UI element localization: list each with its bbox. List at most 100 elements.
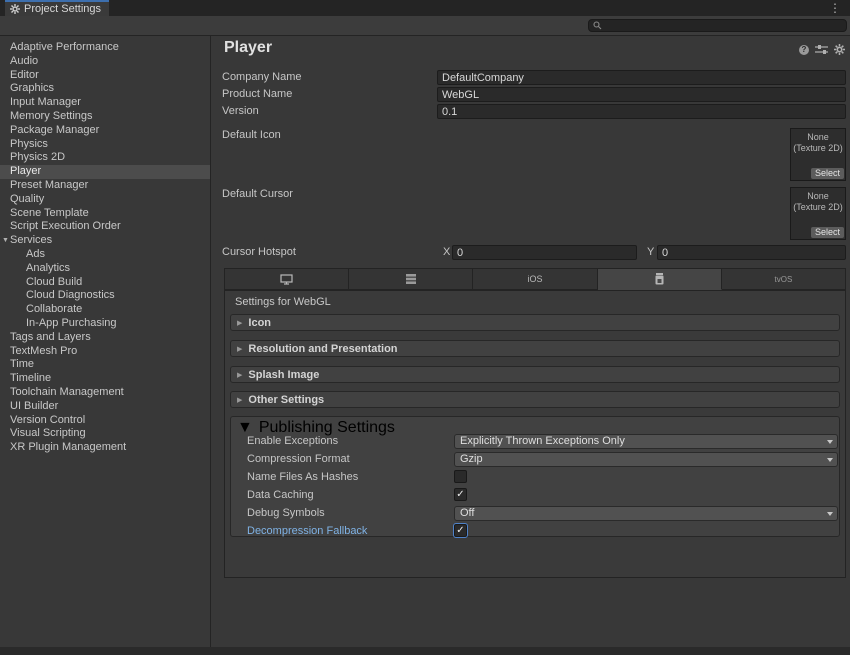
sidebar-item-quality[interactable]: Quality [0,193,210,207]
sidebar-item-xr-plugin-management[interactable]: XR Plugin Management [0,441,210,455]
compression-format-dropdown[interactable]: Gzip [454,452,838,467]
sidebar-item-timeline[interactable]: Timeline [0,372,210,386]
chevron-down-icon: ▼ [2,234,9,248]
sidebar-item-input-manager[interactable]: Input Manager [0,96,210,110]
texture-none-text: None (Texture 2D) [791,191,845,213]
platform-tab-bar: iOS tvOS [224,268,846,290]
company-name-field[interactable] [437,70,846,85]
window-menu-icon[interactable]: ⋮ [829,1,841,15]
dropdown-value: Explicitly Thrown Exceptions Only [460,435,625,447]
sidebar-item-visual-scripting[interactable]: Visual Scripting [0,427,210,441]
chevron-right-icon: ▶ [237,345,242,353]
default-icon-label: Default Icon [222,128,281,143]
project-settings-window: Project Settings ⋮ Adaptive Performance … [0,0,850,655]
version-label: Version [222,104,259,119]
foldout-resolution-and-presentation[interactable]: ▶ Resolution and Presentation [230,340,840,357]
hotspot-x-label: X [443,245,450,260]
title-bar: Project Settings ⋮ [0,0,850,16]
enable-exceptions-dropdown[interactable]: Explicitly Thrown Exceptions Only [454,434,838,449]
window-tab-title: Project Settings [24,3,101,15]
cursor-hotspot-label: Cursor Hotspot [222,245,296,260]
product-name-field[interactable] [437,87,846,102]
foldout-icon[interactable]: ▶ Icon [230,314,840,331]
ios-tab-label: iOS [528,274,543,284]
company-name-label: Company Name [222,70,301,85]
tab-dedicated-server[interactable] [349,268,473,290]
compression-format-label: Compression Format [247,452,350,467]
sidebar-item-toolchain-management[interactable]: Toolchain Management [0,386,210,400]
gear-icon [10,4,20,14]
help-icon[interactable]: ? [799,45,809,55]
sidebar-item-physics-2d[interactable]: Physics 2D [0,151,210,165]
tab-project-settings[interactable]: Project Settings [5,0,109,16]
sidebar-item-script-execution-order[interactable]: Script Execution Order [0,220,210,234]
foldout-other-settings[interactable]: ▶ Other Settings [230,391,840,408]
tab-ios[interactable]: iOS [473,268,597,290]
decompression-fallback-checkbox[interactable]: ✓ [454,524,467,537]
sidebar-item-label: Services [10,234,52,246]
webgl-settings-box: Settings for WebGL ▶ Icon ▶ Resolution a… [224,290,846,578]
chevron-down-icon [827,440,833,444]
sidebar-item-in-app-purchasing[interactable]: In-App Purchasing [0,317,210,331]
sidebar-item-physics[interactable]: Physics [0,138,210,152]
settings-sidebar: Adaptive Performance Audio Editor Graphi… [0,36,211,647]
search-icon [593,21,602,30]
enable-exceptions-label: Enable Exceptions [247,434,338,449]
preset-icon[interactable] [815,44,828,55]
chevron-right-icon: ▶ [237,371,242,379]
debug-symbols-label: Debug Symbols [247,506,325,521]
player-settings-panel: Player ? Company Name Product [212,36,850,647]
page-title: Player [224,39,272,57]
sidebar-item-scene-template[interactable]: Scene Template [0,207,210,221]
publishing-settings-section: ▼ Publishing Settings Enable Exceptions … [230,416,840,537]
sidebar-item-collaborate[interactable]: Collaborate [0,303,210,317]
sidebar-item-analytics[interactable]: Analytics [0,262,210,276]
product-name-label: Product Name [222,87,292,102]
sidebar-item-version-control[interactable]: Version Control [0,414,210,428]
sidebar-item-services[interactable]: ▼ Services [0,234,210,248]
settings-toolbar [0,16,850,36]
tab-webgl[interactable] [598,268,722,290]
sidebar-item-package-manager[interactable]: Package Manager [0,124,210,138]
sidebar-item-audio[interactable]: Audio [0,55,210,69]
sidebar-item-ui-builder[interactable]: UI Builder [0,400,210,414]
hotspot-x-field[interactable] [452,245,637,260]
search-box[interactable] [588,19,847,32]
sidebar-item-adaptive-performance[interactable]: Adaptive Performance [0,41,210,55]
sidebar-item-tags-and-layers[interactable]: Tags and Layers [0,331,210,345]
default-cursor-label: Default Cursor [222,187,293,202]
gear-icon[interactable] [834,44,845,55]
sidebar-item-preset-manager[interactable]: Preset Manager [0,179,210,193]
foldout-splash-image[interactable]: ▶ Splash Image [230,366,840,383]
sidebar-item-time[interactable]: Time [0,358,210,372]
header-icons: ? [799,44,845,55]
sidebar-item-memory-settings[interactable]: Memory Settings [0,110,210,124]
server-icon [406,274,416,284]
default-cursor-texture-slot[interactable]: None (Texture 2D) Select [790,187,846,240]
window-bottom-edge [0,647,850,655]
hotspot-y-field[interactable] [657,245,846,260]
chevron-down-icon [827,512,833,516]
chevron-right-icon: ▶ [237,396,242,404]
debug-symbols-dropdown[interactable]: Off [454,506,838,521]
tab-tvos[interactable]: tvOS [722,268,846,290]
search-input[interactable] [605,20,842,31]
decompression-fallback-label: Decompression Fallback [247,524,367,539]
dropdown-value: Gzip [460,453,483,465]
data-caching-checkbox[interactable]: ✓ [454,488,467,501]
sidebar-item-editor[interactable]: Editor [0,69,210,83]
sidebar-item-player[interactable]: Player [0,165,210,179]
monitor-icon [280,274,293,285]
tab-standalone[interactable] [224,268,349,290]
default-icon-texture-slot[interactable]: None (Texture 2D) Select [790,128,846,181]
version-field[interactable] [437,104,846,119]
sidebar-item-cloud-diagnostics[interactable]: Cloud Diagnostics [0,289,210,303]
sidebar-item-cloud-build[interactable]: Cloud Build [0,276,210,290]
sidebar-item-graphics[interactable]: Graphics [0,82,210,96]
select-texture-button[interactable]: Select [811,168,844,179]
chevron-right-icon: ▶ [237,319,242,327]
name-files-as-hashes-checkbox[interactable] [454,470,467,483]
select-texture-button[interactable]: Select [811,227,844,238]
sidebar-item-textmesh-pro[interactable]: TextMesh Pro [0,345,210,359]
sidebar-item-ads[interactable]: Ads [0,248,210,262]
